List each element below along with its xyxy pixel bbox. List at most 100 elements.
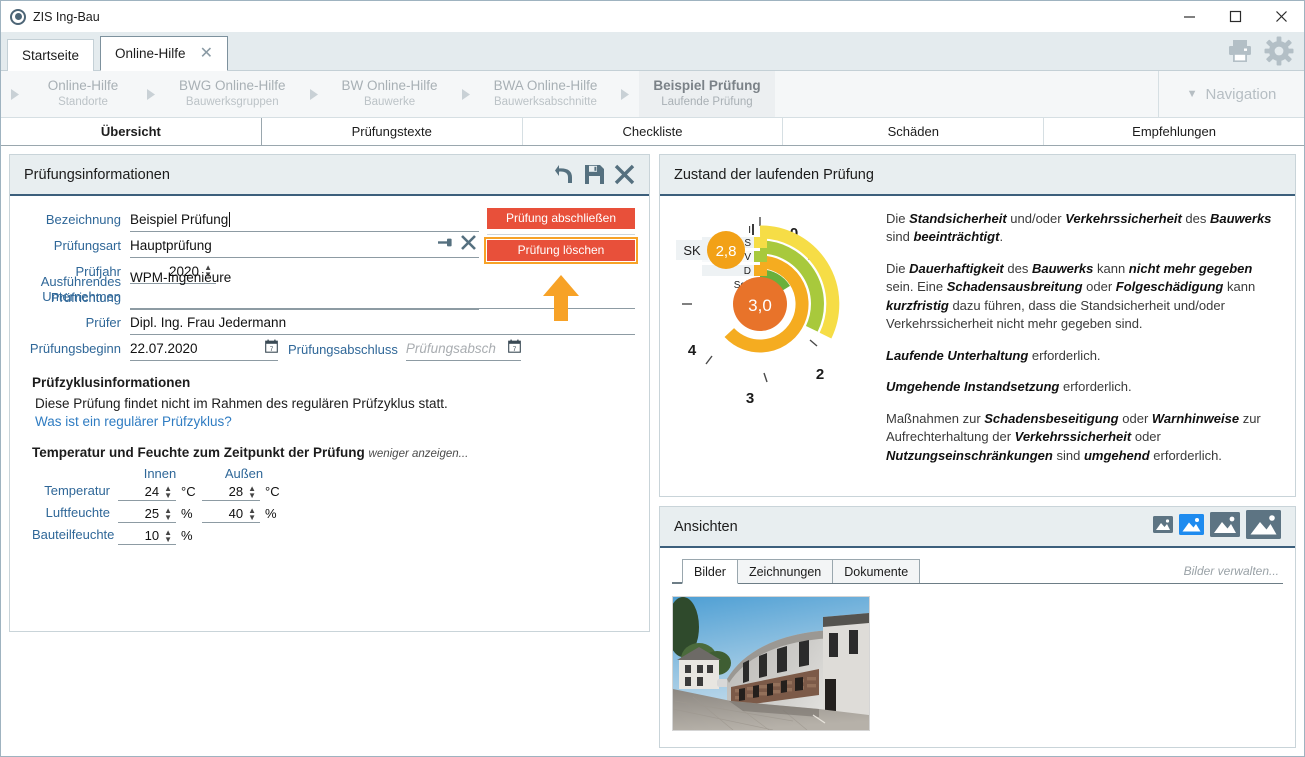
undo-icon[interactable] — [553, 164, 575, 185]
tab-label: Startseite — [22, 48, 79, 63]
pruefungsabschluss-input[interactable]: Prüfungsabsch 7 — [406, 337, 521, 361]
temperatur-innen-stepper[interactable]: 24 ▲▼ — [118, 484, 176, 501]
field-label: Ausführendes Unternehmen — [18, 275, 130, 309]
breadcrumb-item-bwg[interactable]: BWG Online-Hilfe Bauwerksgruppen — [165, 71, 300, 117]
save-icon[interactable] — [584, 164, 605, 185]
tab-uebersicht[interactable]: Übersicht — [1, 118, 262, 145]
tab-checkliste[interactable]: Checkliste — [523, 118, 784, 145]
luftfeuchte-innen-stepper[interactable]: 25 ▲▼ — [118, 506, 176, 523]
breadcrumb-item-bwa[interactable]: BWA Online-Hilfe Bauwerksabschnitte — [480, 71, 612, 117]
zustand-panel: Zustand der laufenden Prüfung 0 1 2 3 — [659, 154, 1296, 497]
pruefungsinformationen-panel: Prüfungsinformationen — [9, 154, 650, 632]
image-thumbnail[interactable] — [672, 596, 870, 731]
tab-bilder[interactable]: Bilder — [682, 559, 738, 584]
annotation-arrow-icon — [543, 275, 579, 321]
stepper-arrows-icon[interactable]: ▲▼ — [248, 485, 256, 499]
bezeichnung-input[interactable]: Beispiel Prüfung — [130, 208, 479, 232]
breadcrumb-arrow-icon — [452, 71, 480, 117]
tab-online-hilfe[interactable]: Online-Hilfe ✕ — [100, 36, 228, 71]
close-icon[interactable] — [614, 164, 635, 185]
breadcrumb-item-bw[interactable]: BW Online-Hilfe Bauwerke — [328, 71, 452, 117]
building-photo — [673, 597, 869, 730]
breadcrumb-item-online-hilfe[interactable]: Online-Hilfe Standorte — [29, 71, 137, 117]
tab-schaeden[interactable]: Schäden — [783, 118, 1044, 145]
clear-field-icon[interactable] — [460, 234, 477, 256]
close-icon[interactable] — [1258, 1, 1304, 32]
bauteilfeuchte-innen-stepper[interactable]: 10 ▲▼ — [118, 528, 176, 545]
temperatur-aussen-stepper[interactable]: 28 ▲▼ — [202, 484, 260, 501]
breadcrumb-arrow-icon — [1, 71, 29, 117]
settings-gear-icon[interactable] — [1264, 36, 1294, 66]
luftfeuchte-aussen-stepper[interactable]: 40 ▲▼ — [202, 506, 260, 523]
field-label: Prüfungsart — [18, 239, 130, 258]
field-label: Prüfer — [18, 316, 130, 335]
pruefungsinformationen-form: Bezeichnung Beispiel Prüfung Prüfungsart… — [10, 196, 649, 631]
svg-text:SK: SK — [683, 243, 701, 258]
stepper-arrows-icon[interactable]: ▲▼ — [164, 529, 172, 543]
pruefung-loeschen-button[interactable]: Prüfung löschen — [487, 240, 635, 261]
image-size-large-icon[interactable] — [1246, 510, 1281, 544]
field-value: 24 — [145, 484, 159, 499]
zustand-paragraph-4: Umgehende Instandsetzung erforderlich. — [886, 378, 1283, 396]
breadcrumb-subtitle: Laufende Prüfung — [661, 95, 752, 110]
tab-startseite[interactable]: Startseite — [7, 39, 94, 71]
section-tab-label: Prüfungstexte — [352, 124, 432, 139]
breadcrumb-subtitle: Bauwerksgruppen — [186, 95, 279, 110]
section-tab-bar: Übersicht Prüfungstexte Checkliste Schäd… — [1, 118, 1304, 146]
tab-empfehlungen[interactable]: Empfehlungen — [1044, 118, 1304, 145]
field-bezeichnung: Bezeichnung Beispiel Prüfung — [18, 208, 479, 232]
calendar-icon[interactable]: 7 — [508, 339, 521, 358]
temperatur-grid-header: Innen Außen — [32, 466, 635, 481]
temperatur-heading-text: Temperatur und Feuchte zum Zeitpunkt der… — [32, 445, 365, 460]
panel-title: Zustand der laufenden Prüfung — [674, 167, 874, 183]
pruefungsbeginn-input[interactable]: 22.07.2020 7 — [130, 337, 278, 361]
pin-key-icon[interactable] — [437, 235, 456, 255]
svg-text:3,0: 3,0 — [748, 296, 772, 315]
row-bauteilfeuchte: Bauteilfeuchte 10 ▲▼ % — [32, 527, 635, 545]
field-value: Beispiel Prüfung — [130, 212, 228, 227]
field-label: Prüfungsbeginn — [18, 342, 130, 361]
tab-pruefungstexte[interactable]: Prüfungstexte — [262, 118, 523, 145]
column-header-innen: Innen — [118, 466, 202, 481]
legend-swatch-D — [754, 265, 767, 276]
image-size-small-icon[interactable] — [1179, 514, 1204, 540]
pruefungsart-input[interactable]: Hauptprüfung — [130, 234, 479, 258]
right-column: Zustand der laufenden Prüfung 0 1 2 3 — [659, 154, 1296, 748]
calendar-icon[interactable]: 7 — [265, 339, 278, 358]
breadcrumb-item-beispiel-pruefung[interactable]: Beispiel Prüfung Laufende Prüfung — [639, 71, 774, 117]
image-size-xsmall-icon[interactable] — [1153, 516, 1173, 538]
navigation-dropdown[interactable]: ▼ Navigation — [1158, 71, 1304, 117]
minimize-icon[interactable] — [1166, 1, 1212, 32]
pruefung-abschliessen-button[interactable]: Prüfung abschließen — [487, 208, 635, 229]
print-icon[interactable] — [1226, 38, 1254, 64]
window-controls — [1166, 1, 1304, 32]
unit-label: % — [176, 528, 202, 545]
condition-gauge-chart: 0 1 2 3 4 — [668, 204, 886, 486]
field-value: WPM-Ingenieure — [130, 269, 231, 285]
image-size-medium-icon[interactable] — [1210, 512, 1240, 542]
breadcrumb-subtitle: Bauwerksabschnitte — [494, 95, 597, 110]
stepper-arrows-icon[interactable]: ▲▼ — [248, 507, 256, 521]
pruefungsabschluss-label: Prüfungsabschluss — [288, 342, 398, 361]
ansichten-body: Bilder Zeichnungen Dokumente Bilder verw… — [660, 548, 1295, 747]
document-tab-strip: Startseite Online-Hilfe ✕ — [1, 32, 1304, 71]
stepper-arrows-icon[interactable]: ▲▼ — [164, 485, 172, 499]
pruefzyklus-help-link[interactable]: Was ist ein regulärer Prüfzyklus? — [35, 414, 635, 429]
bilder-verwalten-link[interactable]: Bilder verwalten... — [1184, 564, 1283, 583]
tab-close-icon[interactable]: ✕ — [200, 46, 213, 62]
chevron-down-icon: ▼ — [1187, 88, 1198, 100]
temperatur-toggle-link[interactable]: weniger anzeigen... — [369, 448, 469, 460]
field-value: Dipl. Ing. Frau Jedermann — [130, 315, 286, 330]
gauge-sk-badge: SK 2,8 — [676, 231, 745, 269]
mini-tab-label: Zeichnungen — [749, 565, 821, 579]
app-logo-icon — [10, 9, 26, 25]
tab-zeichnungen[interactable]: Zeichnungen — [737, 559, 833, 583]
mini-tab-label: Bilder — [694, 565, 726, 579]
tab-dokumente[interactable]: Dokumente — [832, 559, 920, 583]
maximize-icon[interactable] — [1212, 1, 1258, 32]
stepper-arrows-icon[interactable]: ▲▼ — [164, 507, 172, 521]
section-tab-label: Übersicht — [101, 124, 161, 139]
breadcrumb-title: BW Online-Hilfe — [342, 78, 438, 95]
section-tab-label: Schäden — [888, 124, 939, 139]
window-title: ZIS Ing-Bau — [33, 10, 100, 24]
